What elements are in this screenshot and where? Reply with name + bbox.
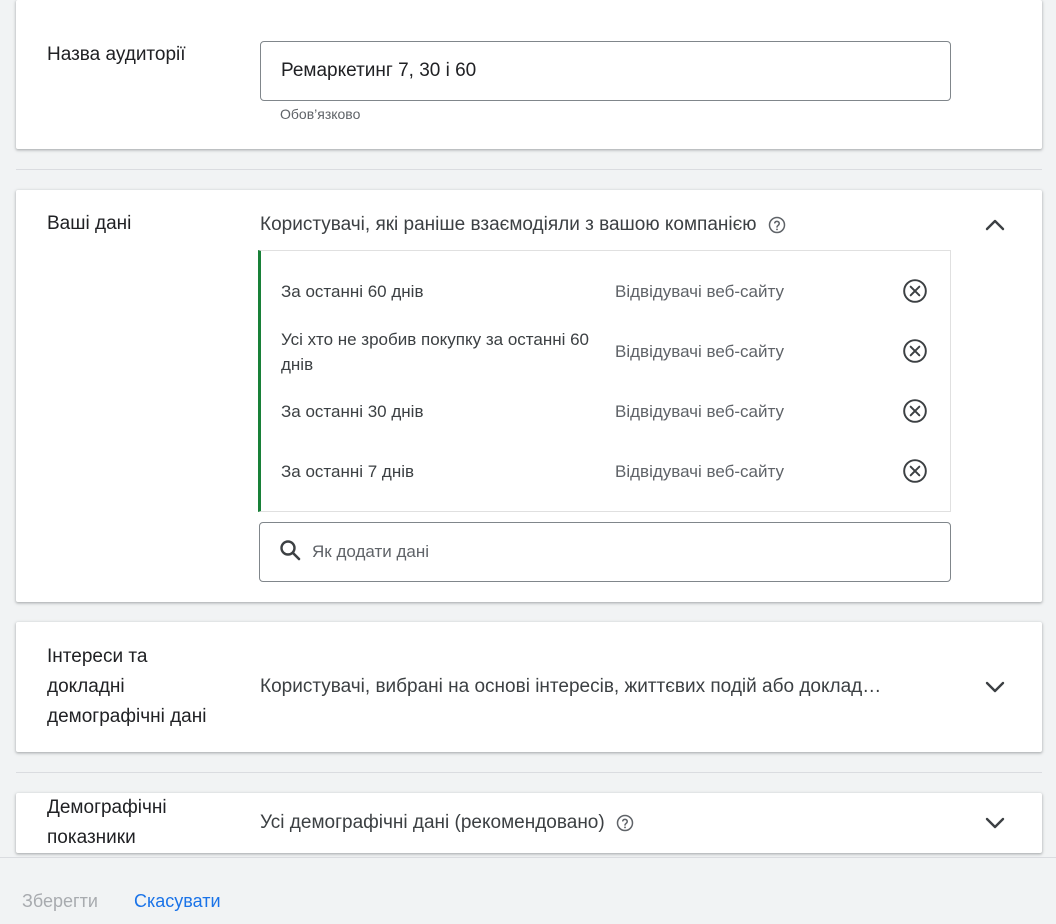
- cancel-circle-icon[interactable]: [901, 277, 929, 305]
- help-circle-icon[interactable]: [615, 813, 635, 833]
- search-icon: [278, 538, 302, 567]
- selected-segments-list: За останні 60 днів Відвідувачі веб-сайту…: [258, 250, 951, 512]
- chevron-up-icon[interactable]: [981, 211, 1009, 239]
- save-button[interactable]: Зберегти: [22, 889, 98, 913]
- audience-name-card: Назва аудиторії Ремаркетинг 7, 30 і 60 О…: [16, 0, 1042, 149]
- demographics-label-line: показники: [47, 827, 136, 848]
- demographics-label-line: Демографічні: [47, 797, 167, 818]
- demographics-summary-text: Усі демографічні дані (рекомендовано): [260, 812, 605, 833]
- demographics-summary: Усі демографічні дані (рекомендовано): [260, 808, 635, 838]
- segment-row: За останні 7 днів Відвідувачі веб-сайту: [261, 441, 950, 501]
- add-data-search-input[interactable]: [312, 542, 912, 562]
- your-data-card: Ваші дані Користувачі, які раніше взаємо…: [16, 190, 1042, 602]
- audience-name-label: Назва аудиторії: [47, 44, 186, 65]
- footer-bar: Зберегти Скасувати: [0, 857, 1056, 924]
- audience-name-input[interactable]: Ремаркетинг 7, 30 і 60: [260, 41, 951, 101]
- audience-name-value: Ремаркетинг 7, 30 і 60: [281, 60, 477, 81]
- segment-row: Усі хто не зробив покупку за останні 60 …: [261, 321, 950, 381]
- audience-editor: Назва аудиторії Ремаркетинг 7, 30 і 60 О…: [0, 0, 1056, 924]
- segment-name: За останні 7 днів: [281, 462, 415, 481]
- your-data-label: Ваші дані: [47, 213, 132, 234]
- cancel-circle-icon[interactable]: [901, 337, 929, 365]
- segment-type: Відвідувачі веб-сайту: [615, 342, 784, 361]
- interests-label-line: докладні: [47, 676, 125, 697]
- cancel-circle-icon[interactable]: [901, 397, 929, 425]
- interests-label: Інтереси та докладні демографічні дані: [47, 642, 206, 732]
- segment-name: Усі хто не зробив покупку за останні 60 …: [281, 330, 590, 374]
- add-data-search[interactable]: [259, 522, 951, 582]
- chevron-down-icon[interactable]: [981, 673, 1009, 701]
- segment-row: За останні 30 днів Відвідувачі веб-сайту: [261, 381, 950, 441]
- cancel-circle-icon[interactable]: [901, 457, 929, 485]
- your-data-summary: Користувачі, які раніше взаємодіяли з ва…: [260, 210, 787, 240]
- demographics-card: Демографічні показники Усі демографічні …: [16, 793, 1042, 853]
- section-divider: [16, 169, 1042, 170]
- interests-label-line: Інтереси та: [47, 646, 148, 667]
- segment-name: За останні 60 днів: [281, 282, 424, 301]
- interests-card: Інтереси та докладні демографічні дані К…: [16, 622, 1042, 752]
- segment-type: Відвідувачі веб-сайту: [615, 402, 784, 421]
- section-divider: [16, 772, 1042, 773]
- interests-summary: Користувачі, вибрані на основі інтересів…: [260, 676, 882, 697]
- help-circle-icon[interactable]: [767, 215, 787, 235]
- cancel-button[interactable]: Скасувати: [134, 889, 221, 913]
- interests-label-line: демографічні дані: [47, 706, 207, 727]
- required-helper-text: Обов’язково: [280, 106, 361, 122]
- segment-name: За останні 30 днів: [281, 402, 424, 421]
- segment-row: За останні 60 днів Відвідувачі веб-сайту: [261, 261, 950, 321]
- segment-type: Відвідувачі веб-сайту: [615, 282, 784, 301]
- demographics-label: Демографічні показники: [47, 793, 167, 853]
- your-data-summary-text: Користувачі, які раніше взаємодіяли з ва…: [260, 214, 757, 235]
- chevron-down-icon[interactable]: [981, 809, 1009, 837]
- segment-type: Відвідувачі веб-сайту: [615, 462, 784, 481]
